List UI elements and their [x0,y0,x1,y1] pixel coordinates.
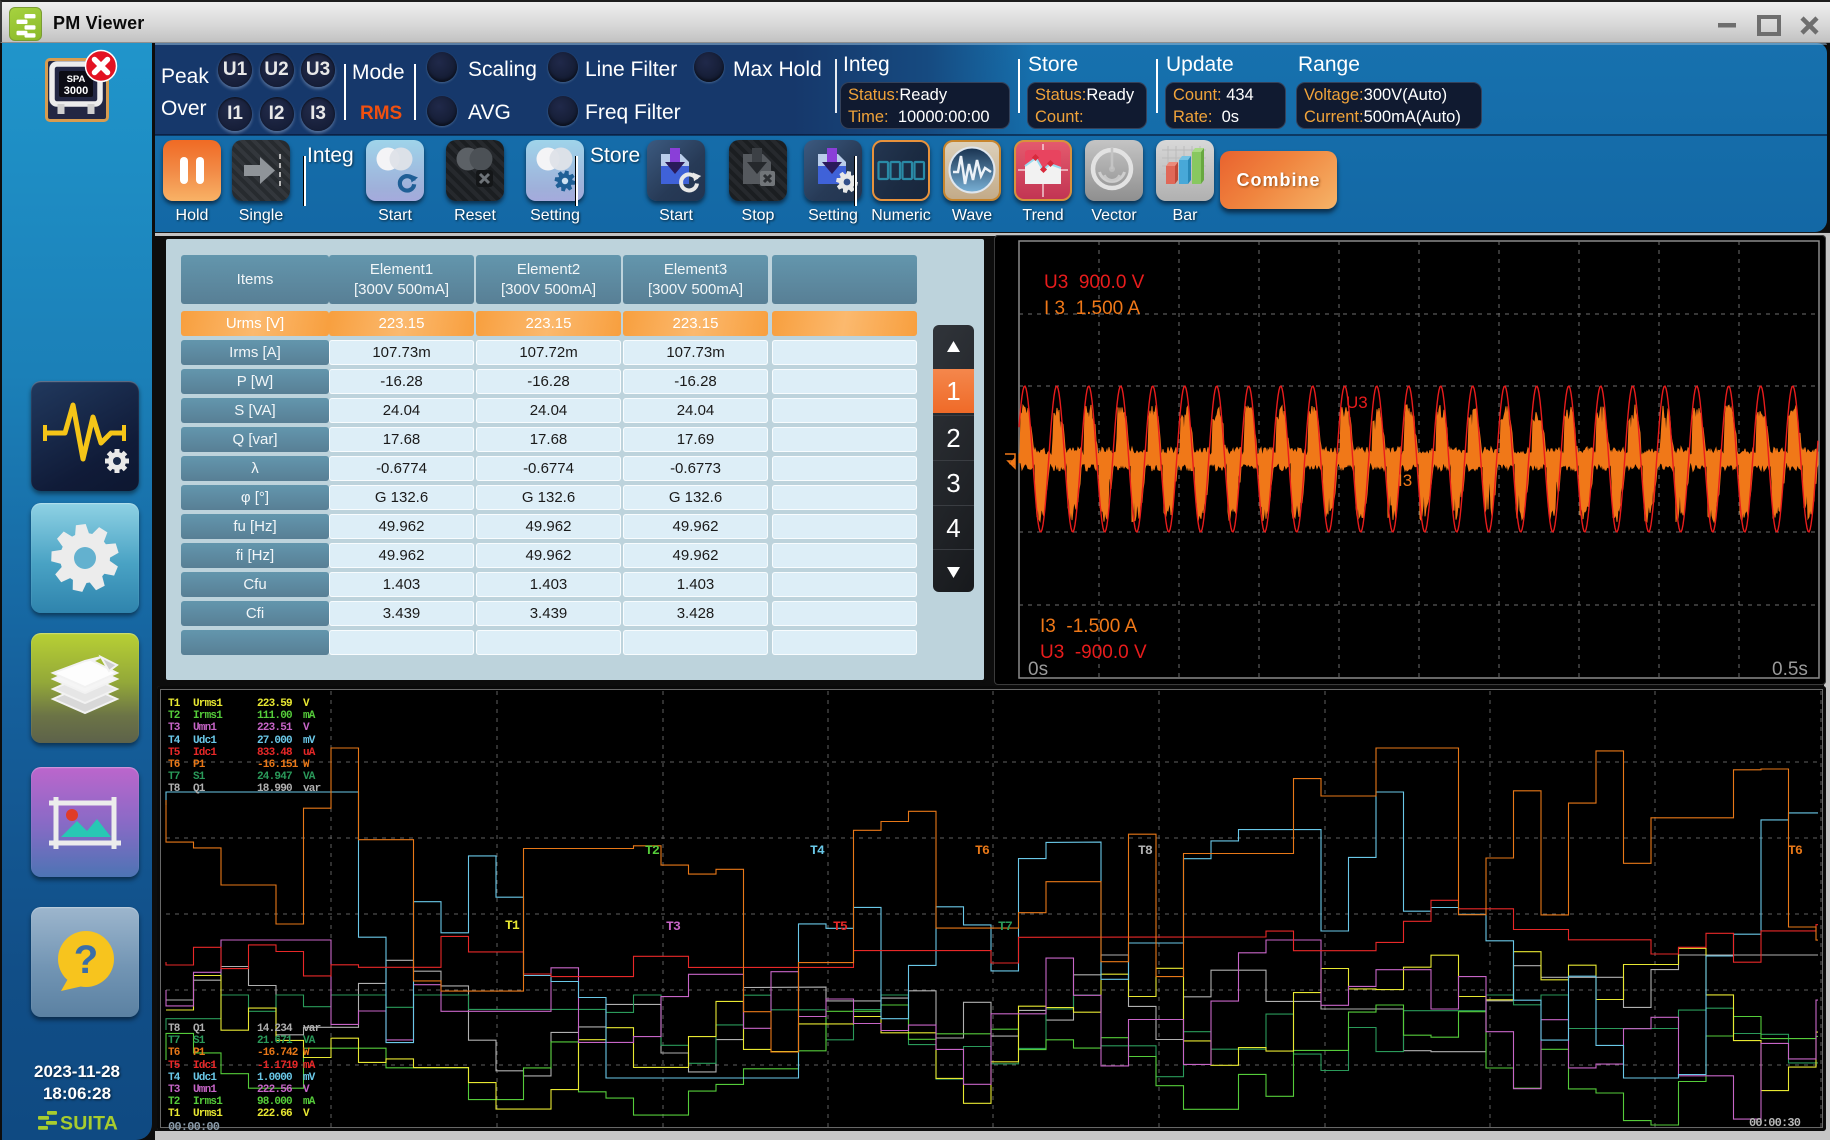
svg-text:3000: 3000 [64,85,88,97]
svg-text:SUITA: SUITA [60,1113,118,1134]
svg-text:?: ? [74,938,98,982]
